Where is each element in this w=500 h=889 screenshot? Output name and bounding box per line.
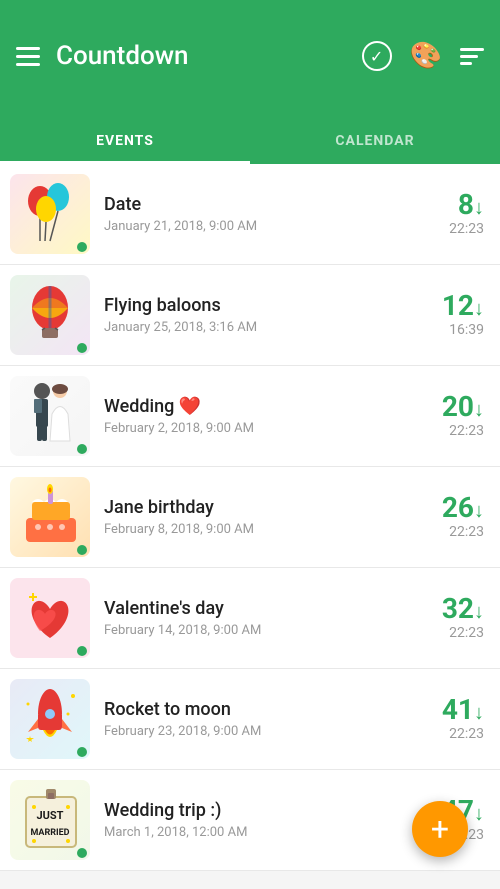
event-date: February 8, 2018, 9:00 AM — [104, 522, 414, 537]
hamburger-menu-button[interactable] — [16, 47, 40, 66]
countdown-time: 16:39 — [449, 322, 484, 338]
event-info-birthday: Jane birthday February 8, 2018, 9:00 AM — [104, 497, 414, 537]
event-dot — [77, 646, 87, 656]
list-item[interactable]: Valentine's day February 14, 2018, 9:00 … — [0, 568, 500, 669]
list-item[interactable]: Rocket to moon February 23, 2018, 9:00 A… — [0, 669, 500, 770]
svg-text:JUST: JUST — [36, 809, 63, 822]
list-item[interactable]: Jane birthday February 8, 2018, 9:00 AM … — [0, 467, 500, 568]
check-icon[interactable]: ✓ — [362, 41, 392, 71]
event-name: Rocket to moon — [104, 699, 414, 720]
event-info-rocket: Rocket to moon February 23, 2018, 9:00 A… — [104, 699, 414, 739]
sort-icon[interactable] — [460, 48, 484, 65]
event-name: Flying baloons — [104, 295, 414, 316]
event-date: February 2, 2018, 9:00 AM — [104, 421, 414, 436]
event-countdown: 32↓ 22:23 — [414, 595, 484, 641]
tab-bar: EVENTS CALENDAR — [0, 112, 500, 164]
event-countdown: 41↓ 22:23 — [414, 696, 484, 742]
list-item[interactable]: Date January 21, 2018, 9:00 AM 8↓ 22:23 — [0, 164, 500, 265]
event-dot — [77, 848, 87, 858]
event-dot — [77, 242, 87, 252]
event-date: January 25, 2018, 3:16 AM — [104, 320, 414, 335]
countdown-days: 20↓ — [442, 393, 484, 421]
event-date: February 23, 2018, 9:00 AM — [104, 724, 414, 739]
fab-icon: + — [431, 810, 449, 848]
app-header: Countdown ✓ 🎨 — [0, 0, 500, 112]
event-info-date: Date January 21, 2018, 9:00 AM — [104, 194, 414, 234]
tab-calendar[interactable]: CALENDAR — [250, 121, 500, 164]
event-info-wedding: Wedding ❤️ February 2, 2018, 9:00 AM — [104, 396, 414, 436]
countdown-time: 22:23 — [449, 726, 484, 742]
event-name: Wedding ❤️ — [104, 396, 414, 417]
countdown-days: 41↓ — [442, 696, 484, 724]
app-title: Countdown — [56, 41, 362, 71]
event-name: Valentine's day — [104, 598, 414, 619]
event-name: Date — [104, 194, 414, 215]
event-date: January 21, 2018, 9:00 AM — [104, 219, 414, 234]
event-dot — [77, 545, 87, 555]
event-name: Jane birthday — [104, 497, 414, 518]
svg-text:MARRIED: MARRIED — [30, 828, 69, 838]
countdown-time: 22:23 — [449, 524, 484, 540]
event-dot — [77, 444, 87, 454]
event-name: Wedding trip :) — [104, 800, 414, 821]
event-list: Date January 21, 2018, 9:00 AM 8↓ 22:23 — [0, 164, 500, 871]
countdown-time: 22:23 — [449, 423, 484, 439]
event-countdown: 20↓ 22:23 — [414, 393, 484, 439]
event-date: March 1, 2018, 12:00 AM — [104, 825, 414, 840]
event-info-baloons: Flying baloons January 25, 2018, 3:16 AM — [104, 295, 414, 335]
countdown-time: 22:23 — [449, 221, 484, 237]
event-dot — [77, 747, 87, 757]
countdown-time: 22:23 — [449, 625, 484, 641]
palette-icon[interactable]: 🎨 — [410, 41, 442, 71]
event-countdown: 12↓ 16:39 — [414, 292, 484, 338]
event-date: February 14, 2018, 9:00 AM — [104, 623, 414, 638]
list-item[interactable]: Wedding ❤️ February 2, 2018, 9:00 AM 20↓… — [0, 366, 500, 467]
event-countdown: 26↓ 22:23 — [414, 494, 484, 540]
countdown-days: 8↓ — [458, 191, 484, 219]
header-actions: ✓ 🎨 — [362, 41, 484, 71]
event-info-valentine: Valentine's day February 14, 2018, 9:00 … — [104, 598, 414, 638]
countdown-days: 32↓ — [442, 595, 484, 623]
countdown-days: 12↓ — [442, 292, 484, 320]
countdown-days: 26↓ — [442, 494, 484, 522]
event-info-trip: Wedding trip :) March 1, 2018, 12:00 AM — [104, 800, 414, 840]
add-event-fab-button[interactable]: + — [412, 801, 468, 857]
event-countdown: 8↓ 22:23 — [414, 191, 484, 237]
event-dot — [77, 343, 87, 353]
list-item[interactable]: Flying baloons January 25, 2018, 3:16 AM… — [0, 265, 500, 366]
tab-events[interactable]: EVENTS — [0, 121, 250, 164]
